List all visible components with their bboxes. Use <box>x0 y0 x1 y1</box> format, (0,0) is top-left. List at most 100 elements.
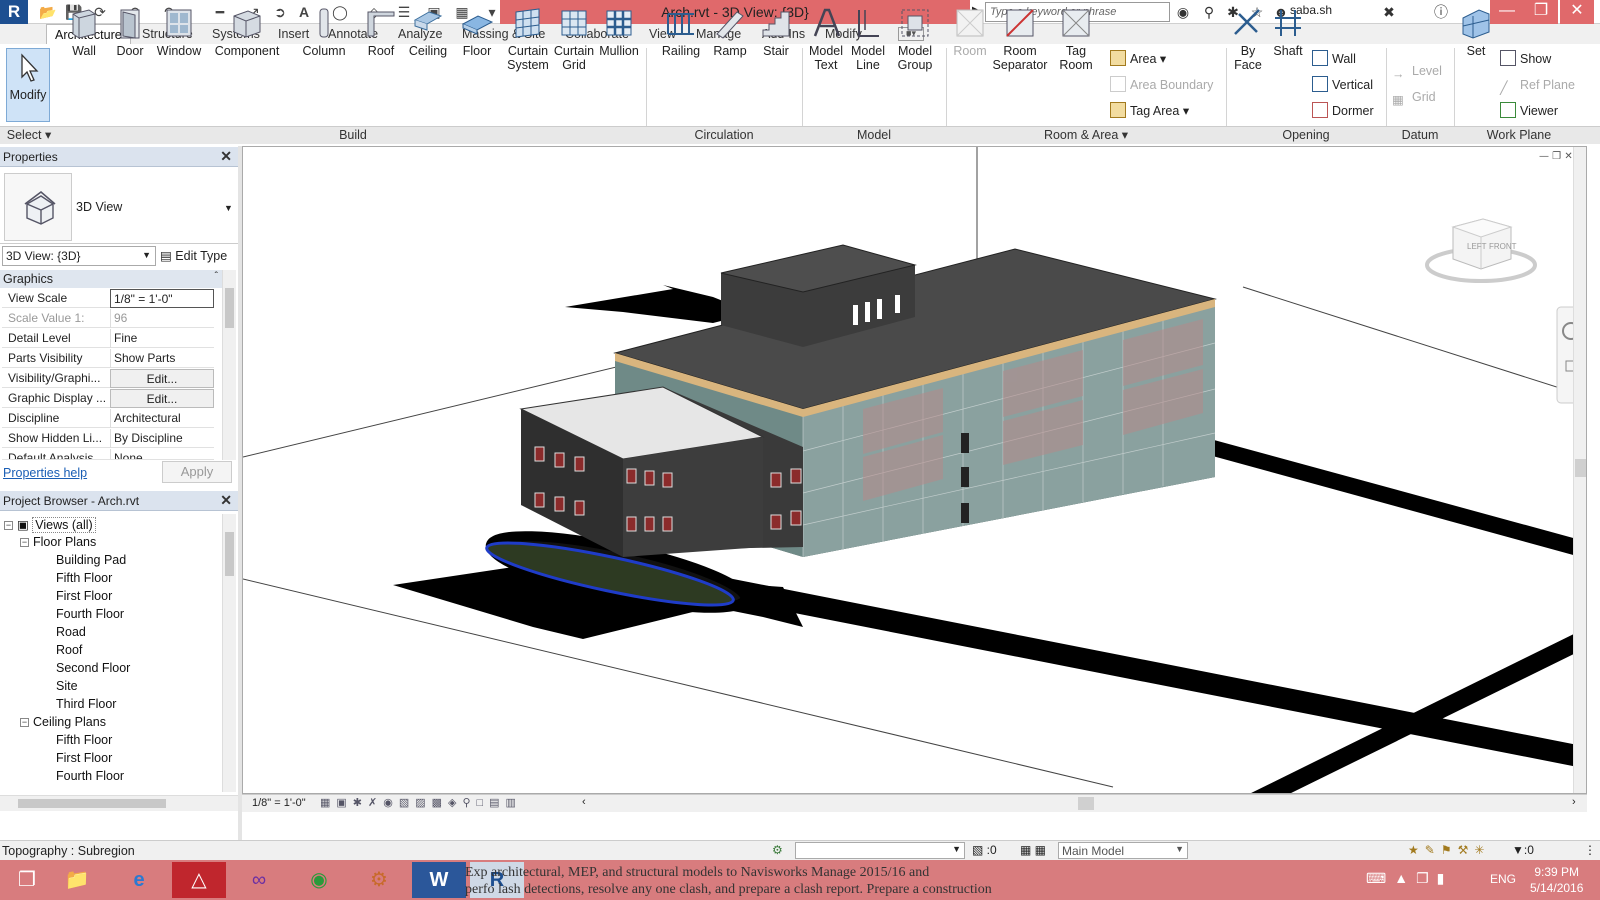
graphics-section-header[interactable]: Graphics ˆ <box>0 270 226 288</box>
properties-close-icon[interactable]: ✕ <box>220 148 232 165</box>
tree-item[interactable]: First Floor <box>56 589 112 603</box>
railing-button[interactable]: Railing <box>656 4 706 82</box>
tree-item[interactable]: First Floor <box>56 751 112 765</box>
design-option-select[interactable]: ▼ <box>795 842 965 859</box>
ref-plane-button[interactable]: ╱ Ref Plane <box>1500 74 1575 96</box>
subscription-icon[interactable]: ⚲ <box>1198 2 1220 22</box>
curtain-system-button[interactable]: Curtain System <box>504 4 552 82</box>
chrome-icon[interactable]: ◉ <box>292 862 346 898</box>
editable-only-indicator[interactable]: ▧ :0 <box>972 843 997 857</box>
model-group-button[interactable]: Model Group <box>892 4 938 82</box>
detail-level-value[interactable]: Fine <box>110 329 214 348</box>
visibility-edit-button[interactable]: Edit... <box>110 369 214 388</box>
tree-item[interactable]: Building Pad <box>56 553 126 567</box>
viewer-button[interactable]: Viewer <box>1500 100 1558 122</box>
start-button[interactable]: ❐ <box>0 862 54 898</box>
component-button[interactable]: Component <box>212 4 282 82</box>
tree-item[interactable]: Fifth Floor <box>56 733 112 747</box>
ramp-button[interactable]: Ramp <box>708 4 752 82</box>
open-icon[interactable]: 📂 <box>38 2 58 22</box>
system-clock[interactable]: 9:39 PM 5/14/2016 <box>1530 864 1583 896</box>
area-button[interactable]: Area ▾ <box>1110 48 1166 70</box>
close-button[interactable]: ✕ <box>1560 0 1594 24</box>
exchange-apps-icon[interactable]: ✖ <box>1378 2 1400 22</box>
language-indicator[interactable]: ENG <box>1490 872 1516 886</box>
tree-item[interactable]: Second Floor <box>56 661 130 675</box>
selection-options-icons[interactable]: ★✎⚑⚒✳ <box>1408 843 1490 857</box>
tree-item[interactable]: Fifth Floor <box>56 571 112 585</box>
filter-icon[interactable]: ▼:0 <box>1512 843 1534 857</box>
wall-button[interactable]: Wall <box>62 4 106 82</box>
set-button[interactable]: Set <box>1456 4 1496 82</box>
instance-filter-select[interactable]: 3D View: {3D} ▼ <box>2 246 156 266</box>
browser-close-icon[interactable]: ✕ <box>220 492 232 509</box>
view-scale-input[interactable]: 1/8" = 1'-0" <box>110 289 214 308</box>
internet-explorer-icon[interactable]: e <box>112 862 166 898</box>
visual-studio-icon[interactable]: ∞ <box>232 862 286 898</box>
view-scale-button[interactable]: 1/8" = 1'-0" <box>252 797 306 809</box>
apply-button[interactable]: Apply <box>162 461 232 483</box>
tree-ceiling-plans[interactable]: − Ceiling Plans <box>20 715 106 729</box>
show-button[interactable]: Show <box>1500 48 1551 70</box>
scroll-right-icon[interactable]: › <box>1572 796 1576 808</box>
vertical-opening-button[interactable]: Vertical <box>1312 74 1373 96</box>
tree-item[interactable]: Third Floor <box>56 697 116 711</box>
view-control-icons[interactable]: ▦▣✱✗◉▧▨▩◈⚲□▤▥ <box>320 796 522 809</box>
building-model-render[interactable]: LEFT FRONT — ❐ ✕ <box>243 147 1587 794</box>
shaft-button[interactable]: Shaft <box>1268 4 1308 82</box>
room-separator-button[interactable]: Room Separator <box>990 4 1050 82</box>
window-button[interactable]: Window <box>154 4 204 82</box>
binoculars-icon[interactable]: ◉ <box>1172 2 1194 22</box>
tree-item[interactable]: Road <box>56 625 86 639</box>
door-button[interactable]: Door <box>108 4 152 82</box>
viewport-hscroll-thumb[interactable] <box>1078 797 1094 810</box>
model-line-button[interactable]: Model Line <box>846 4 890 82</box>
stair-button[interactable]: Stair <box>754 4 798 82</box>
viewport-vscrollbar[interactable] <box>1573 147 1586 793</box>
tree-item[interactable]: Fourth Floor <box>56 769 124 783</box>
column-button[interactable]: Column <box>300 4 348 82</box>
properties-scrollbar[interactable] <box>222 270 236 460</box>
scroll-left-icon[interactable]: ‹ <box>582 796 586 808</box>
tree-item[interactable]: Site <box>56 679 78 693</box>
browser-hscrollbar[interactable] <box>0 795 238 811</box>
file-explorer-icon[interactable]: 📁 <box>50 862 104 898</box>
tag-area-button[interactable]: Tag Area ▾ <box>1110 100 1189 122</box>
type-dropdown-icon[interactable]: ▼ <box>224 203 233 213</box>
by-face-button[interactable]: By Face <box>1228 4 1268 82</box>
worksets-icon[interactable]: ⚙ <box>772 843 783 857</box>
resize-grip[interactable]: ⋮ <box>1584 843 1596 857</box>
3d-viewport[interactable]: LEFT FRONT — ❐ ✕ <box>242 146 1587 794</box>
graphic-display-edit-button[interactable]: Edit... <box>110 389 214 408</box>
dormer-button[interactable]: Dormer <box>1312 100 1374 122</box>
ceiling-button[interactable]: Ceiling <box>406 4 450 82</box>
room-button[interactable]: Room <box>948 4 992 82</box>
show-hidden-lines-value[interactable]: By Discipline <box>110 429 214 448</box>
area-boundary-button[interactable]: Area Boundary <box>1110 74 1213 96</box>
help-icon[interactable]: ⓘ <box>1430 2 1452 22</box>
app-icon[interactable]: ⚙ <box>352 862 406 898</box>
floor-button[interactable]: Floor <box>454 4 500 82</box>
word-icon[interactable]: W <box>412 862 466 898</box>
main-model-select[interactable]: Main Model ▼ <box>1058 842 1188 859</box>
roof-button[interactable]: Roof <box>360 4 402 82</box>
tree-item[interactable]: Fourth Floor <box>56 607 124 621</box>
maximize-button[interactable]: ❐ <box>1524 0 1558 24</box>
tray-icons[interactable]: ⌨▲❐▮ <box>1366 870 1452 887</box>
level-button[interactable]: → Level <box>1392 60 1442 82</box>
acrobat-icon[interactable]: △ <box>172 862 226 898</box>
tree-root-views[interactable]: − ▣ Views (all) <box>4 517 96 533</box>
tag-room-button[interactable]: Tag Room <box>1052 4 1100 82</box>
properties-help-link[interactable]: Properties help <box>3 466 87 480</box>
browser-scrollbar[interactable] <box>222 514 236 792</box>
design-options-icon[interactable]: ▦ ▦ <box>1020 843 1046 857</box>
edit-type-button[interactable]: ▤ Edit Type <box>160 248 227 263</box>
tree-floor-plans[interactable]: − Floor Plans <box>20 535 96 549</box>
tree-item[interactable]: Roof <box>56 643 82 657</box>
revit-app-icon[interactable]: R <box>0 0 28 24</box>
discipline-value[interactable]: Architectural <box>110 409 214 428</box>
wall-opening-button[interactable]: Wall <box>1312 48 1356 70</box>
curtain-grid-button[interactable]: Curtain Grid <box>552 4 596 82</box>
model-text-button[interactable]: Model Text <box>804 4 848 82</box>
room-area-group-label[interactable]: Room & Area ▾ <box>946 126 1226 144</box>
